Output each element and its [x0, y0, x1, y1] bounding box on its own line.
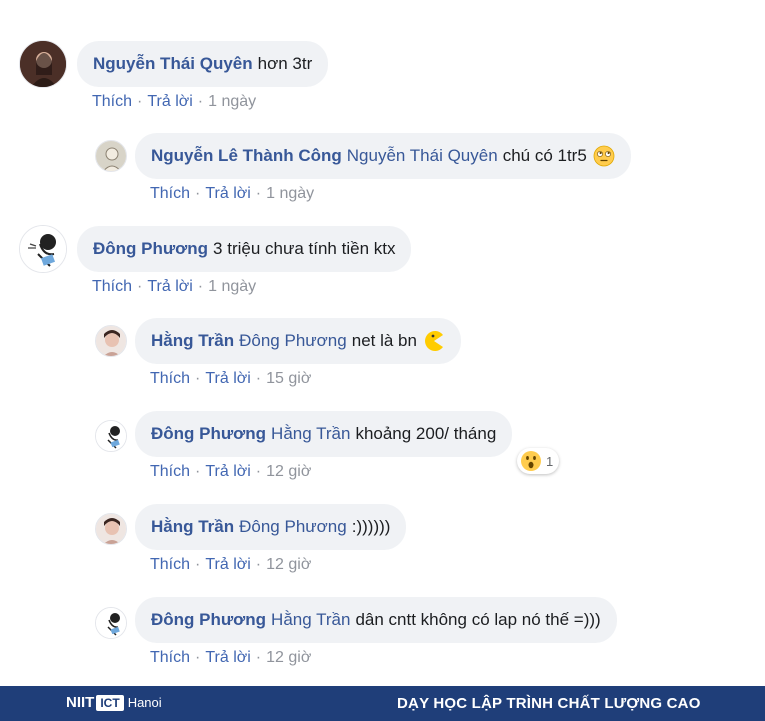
like-link[interactable]: Thích	[150, 463, 190, 480]
comment-time[interactable]: 1 ngày	[208, 278, 256, 295]
avatar[interactable]	[95, 607, 127, 639]
comment-mention[interactable]: Đông Phương	[239, 331, 347, 351]
separator: ·	[195, 370, 201, 387]
comment-time[interactable]: 12 giờ	[266, 463, 311, 480]
brand-logo: NIIT ICT Hanoi	[66, 694, 162, 711]
comment-author[interactable]: Đông Phương	[151, 610, 266, 630]
separator: ·	[195, 185, 201, 202]
footer-banner: NIIT ICT Hanoi DẠY HỌC LẬP TRÌNH CHẤT LƯ…	[0, 686, 765, 721]
comment-actions: Thích · Trả lời · 1 ngày	[92, 93, 256, 111]
comment-bubble: Hằng Trần Đông Phương :))))))	[135, 504, 407, 550]
reply-link[interactable]: Trả lời	[147, 278, 192, 295]
avatar[interactable]	[19, 225, 67, 273]
comment-mention[interactable]: Hằng Trần	[271, 610, 350, 630]
comment-author[interactable]: Nguyễn Lê Thành Công	[151, 146, 342, 166]
separator: ·	[255, 370, 262, 387]
like-link[interactable]: Thích	[92, 278, 132, 295]
comment-author[interactable]: Nguyễn Thái Quyên	[93, 54, 253, 74]
avatar[interactable]	[95, 325, 127, 357]
comment-author[interactable]: Hằng Trần	[151, 331, 234, 351]
user-avatar-photo-icon	[20, 41, 66, 87]
comment-author[interactable]: Hằng Trần	[151, 517, 234, 537]
comment-actions: Thích · Trả lời · 1 ngày	[150, 185, 314, 203]
comment-mention[interactable]: Hằng Trần	[271, 424, 350, 444]
separator: ·	[255, 185, 262, 202]
like-link[interactable]: Thích	[150, 556, 190, 573]
reaction-count: 1	[546, 453, 554, 469]
comment-bubble: Hằng Trần Đông Phương net là bn	[135, 318, 461, 364]
comment-mention[interactable]: Nguyễn Thái Quyên	[347, 146, 498, 166]
wow-reaction-icon	[521, 451, 541, 471]
reply-link[interactable]: Trả lời	[205, 463, 250, 480]
comment-time[interactable]: 1 ngày	[208, 93, 256, 110]
comment-author[interactable]: Đông Phương	[151, 424, 266, 444]
avatar[interactable]	[95, 513, 127, 545]
comment-bubble: Đông Phương Hằng Trần khoảng 200/ tháng	[135, 411, 513, 457]
logo-text: NIIT	[66, 694, 95, 711]
comment-time[interactable]: 12 giờ	[266, 649, 311, 666]
footer-slogan: DẠY HỌC LẬP TRÌNH CHẤT LƯỢNG CAO	[397, 695, 701, 712]
reply-link[interactable]: Trả lời	[205, 556, 250, 573]
comment-time[interactable]: 15 giờ	[266, 370, 311, 387]
comment-text: 3 triệu chưa tính tiền ktx	[213, 239, 396, 258]
user-avatar-photo-icon	[96, 326, 126, 356]
user-avatar-photo-icon	[96, 141, 126, 171]
separator: ·	[255, 556, 262, 573]
like-link[interactable]: Thích	[92, 93, 132, 110]
separator: ·	[255, 463, 262, 480]
comment-time[interactable]: 12 giờ	[266, 556, 311, 573]
like-link[interactable]: Thích	[150, 370, 190, 387]
user-avatar-sketch-icon	[20, 226, 66, 272]
like-link[interactable]: Thích	[150, 649, 190, 666]
user-avatar-photo-icon	[96, 514, 126, 544]
reply-link[interactable]: Trả lời	[147, 93, 192, 110]
comment-actions: Thích · Trả lời · 1 ngày	[92, 278, 256, 296]
reply-link[interactable]: Trả lời	[205, 370, 250, 387]
comment-bubble: Đông Phương 3 triệu chưa tính tiền ktx	[77, 226, 412, 272]
comment-actions: Thích · Trả lời · 12 giờ	[150, 463, 311, 481]
like-link[interactable]: Thích	[150, 185, 190, 202]
comment-text: :))))))	[351, 517, 391, 536]
comment-mention[interactable]: Đông Phương	[239, 517, 347, 537]
comment-text: hơn 3tr	[257, 54, 313, 73]
comment-bubble: Đông Phương Hằng Trần dân cntt không có …	[135, 597, 617, 643]
separator: ·	[137, 93, 143, 110]
reply-link[interactable]: Trả lời	[205, 185, 250, 202]
comment-time[interactable]: 1 ngày	[266, 185, 314, 202]
comment-actions: Thích · Trả lời · 15 giờ	[150, 370, 311, 388]
separator: ·	[137, 278, 143, 295]
comment-actions: Thích · Trả lời · 12 giờ	[150, 649, 311, 667]
separator: ·	[195, 649, 201, 666]
separator: ·	[197, 93, 204, 110]
reply-link[interactable]: Trả lời	[205, 649, 250, 666]
comment-text: khoảng 200/ tháng	[355, 424, 497, 443]
user-avatar-sketch-icon	[96, 421, 126, 451]
separator: ·	[195, 463, 201, 480]
avatar[interactable]	[95, 140, 127, 172]
comment-actions: Thích · Trả lời · 12 giờ	[150, 556, 311, 574]
user-avatar-sketch-icon	[96, 608, 126, 638]
separator: ·	[255, 649, 262, 666]
rolling-eyes-emoji-icon	[593, 145, 615, 167]
separator: ·	[195, 556, 201, 573]
logo-city: Hanoi	[127, 695, 162, 710]
comment-bubble: Nguyễn Thái Quyên hơn 3tr	[77, 41, 329, 87]
comment-text: chú có 1tr5	[502, 146, 587, 165]
comment-bubble: Nguyễn Lê Thành Công Nguyễn Thái Quyên c…	[135, 133, 631, 179]
reaction-badge[interactable]: 1	[517, 448, 560, 474]
avatar[interactable]	[19, 40, 67, 88]
logo-box: ICT	[96, 694, 124, 711]
pacman-emoji-icon	[424, 331, 443, 351]
separator: ·	[197, 278, 204, 295]
comment-text: dân cntt không có lap nó thế =)))	[355, 610, 601, 629]
comment-author[interactable]: Đông Phương	[93, 239, 208, 259]
comment-text: net là bn	[351, 331, 417, 350]
avatar[interactable]	[95, 420, 127, 452]
